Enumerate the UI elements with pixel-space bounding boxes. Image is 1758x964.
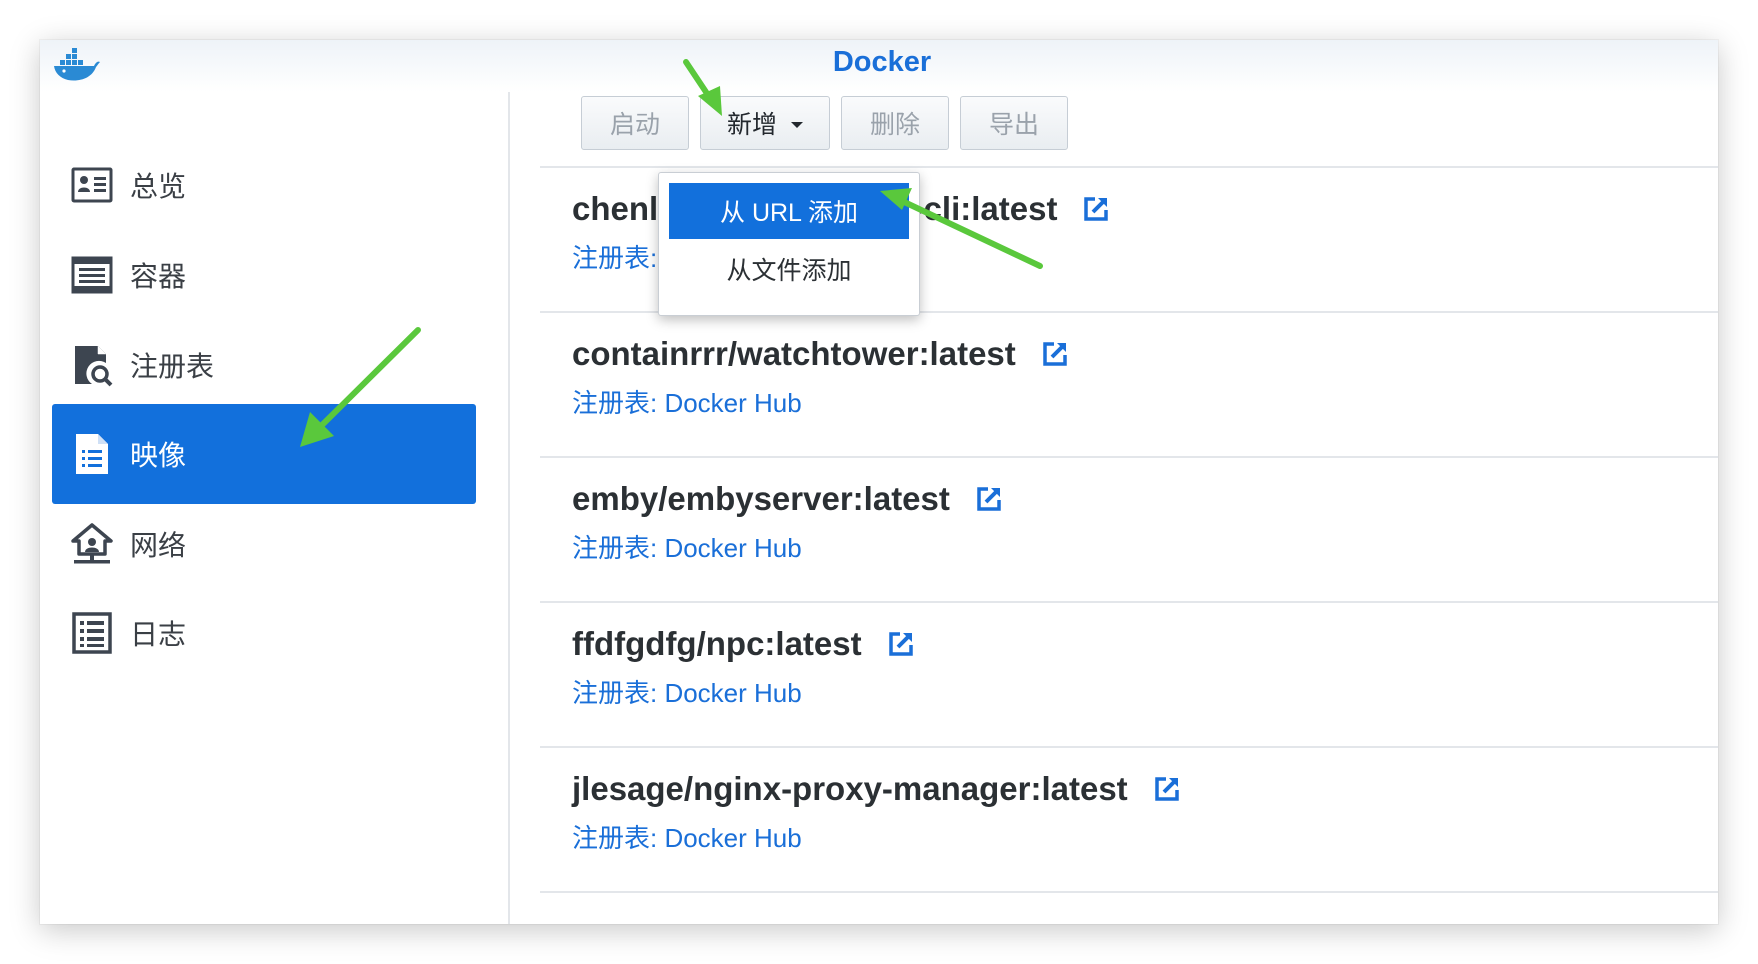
green-arrow-url-item-icon <box>880 188 1043 269</box>
green-arrow-sidebar-icon <box>300 327 421 447</box>
green-arrow-add-button-icon <box>683 59 722 116</box>
annotation-arrows <box>300 59 1043 447</box>
